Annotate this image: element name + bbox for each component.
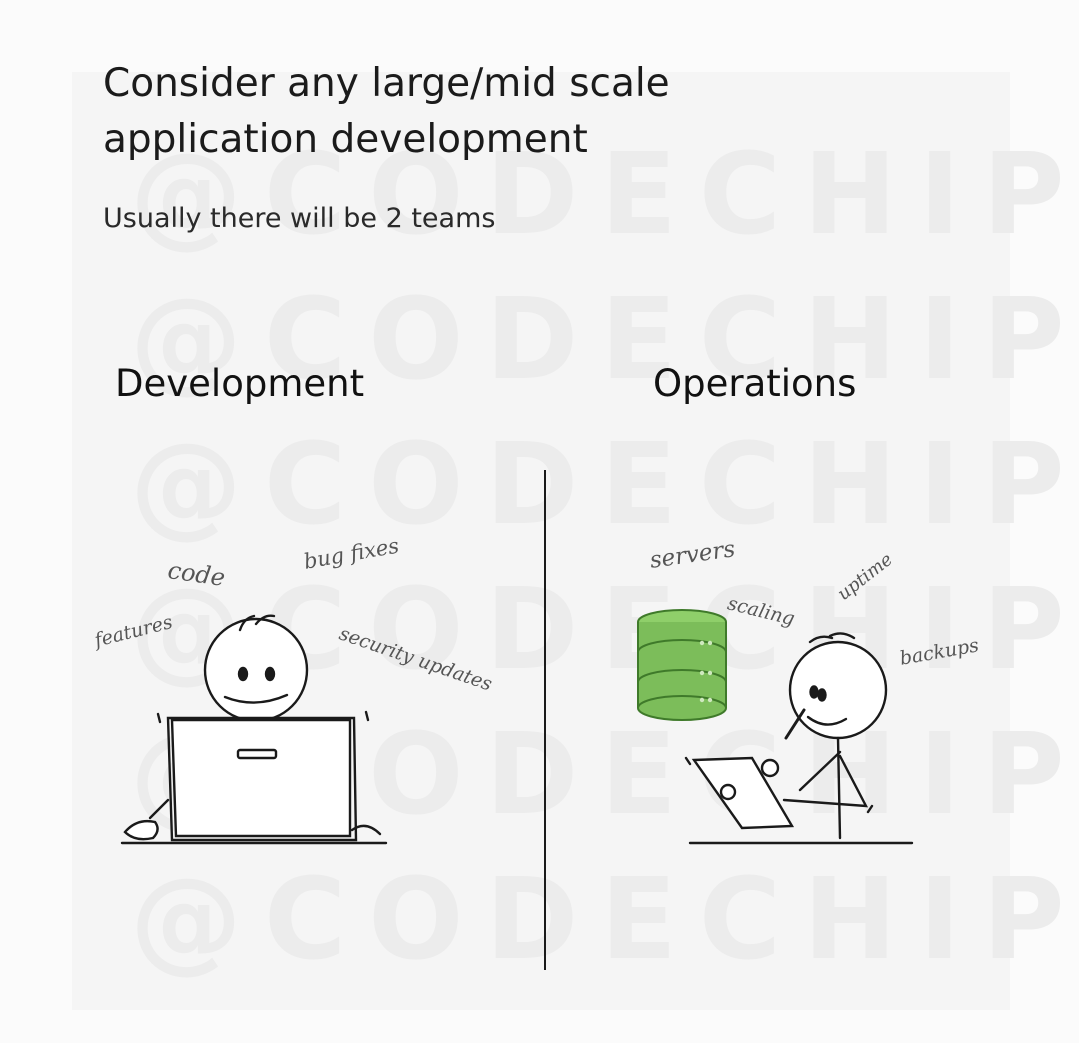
developer-head — [203, 617, 309, 723]
operator-hair — [808, 632, 856, 644]
operator-arm-left — [798, 750, 842, 792]
operator-hand — [760, 758, 780, 778]
pen — [784, 708, 806, 740]
developer-arm-left — [148, 798, 170, 820]
developer-eye-right — [264, 666, 276, 682]
infographic-canvas: @CODECHIPS @CODECHIPS @CODECHIPS @CODECH… — [0, 0, 1079, 1043]
developer-stick-figure — [120, 614, 388, 845]
illustration-layer — [120, 470, 914, 970]
developer-hand-left — [123, 819, 159, 841]
laptop-body — [170, 718, 352, 838]
operator-arm-right — [782, 754, 869, 808]
server-stack-icon — [637, 609, 727, 721]
operator-hand-paper — [719, 783, 737, 801]
operator-eye-left — [809, 685, 819, 699]
developer-eye-left — [237, 666, 249, 682]
operator-eye-right — [817, 688, 827, 702]
